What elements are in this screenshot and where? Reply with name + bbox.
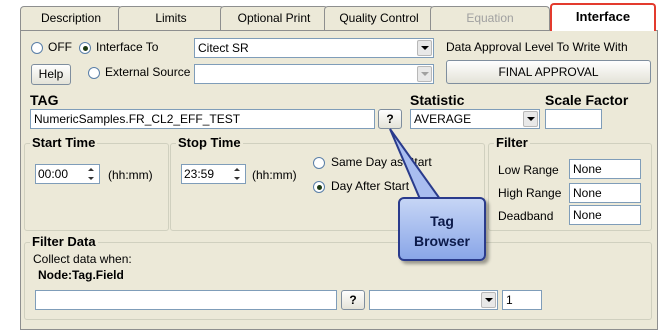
operator-select[interactable]	[369, 290, 498, 310]
interface-to-select[interactable]: Citect SR	[194, 38, 434, 58]
day-after-radio[interactable]	[313, 181, 325, 193]
tab-equation: Equation	[430, 6, 550, 30]
tab-interface[interactable]: Interface	[550, 3, 656, 31]
scale-factor-input[interactable]	[545, 109, 602, 129]
node-browse-button[interactable]: ?	[341, 290, 365, 310]
compare-value-input[interactable]: 1	[502, 290, 542, 310]
tag-browser-callout: Tag Browser	[398, 197, 486, 261]
tab-limits[interactable]: Limits	[118, 6, 224, 30]
high-range-label: High Range	[498, 186, 562, 200]
callout-line-1: Tag	[430, 213, 454, 229]
filter-data-label: Filter Data	[30, 234, 98, 249]
deadband-label: Deadband	[498, 209, 554, 223]
stop-time-unit: (hh:mm)	[252, 168, 297, 182]
node-tag-field-label: Node:Tag.Field	[38, 268, 124, 282]
chevron-down-icon[interactable]	[481, 292, 496, 308]
external-source-select[interactable]	[194, 64, 434, 84]
collect-label: Collect data when:	[33, 252, 132, 266]
chevron-down-icon[interactable]	[417, 66, 432, 82]
start-time-input[interactable]: 00:00	[35, 164, 100, 184]
scale-factor-label: Scale Factor	[545, 92, 629, 108]
start-time-label: Start Time	[30, 135, 98, 150]
stop-time-value: 23:59	[184, 167, 215, 181]
stop-time-label: Stop Time	[176, 135, 243, 150]
chevron-down-icon[interactable]	[417, 40, 432, 56]
interface-to-value: Citect SR	[198, 41, 249, 55]
external-source-radio[interactable]	[88, 67, 100, 79]
stop-time-spinner[interactable]	[230, 165, 244, 183]
start-time-unit: (hh:mm)	[108, 168, 153, 182]
node-tag-field-input[interactable]	[35, 290, 337, 310]
tab-quality-control[interactable]: Quality Control	[324, 6, 434, 30]
start-time-group	[24, 143, 169, 231]
interface-to-radio[interactable]	[79, 42, 91, 54]
off-label: OFF	[48, 40, 72, 54]
final-approval-button[interactable]: FINAL APPROVAL	[446, 60, 651, 84]
low-range-label: Low Range	[498, 163, 559, 177]
tab-optional-print[interactable]: Optional Print	[220, 6, 328, 30]
same-day-radio[interactable]	[313, 157, 325, 169]
off-radio[interactable]	[31, 42, 43, 54]
help-button[interactable]: Help	[31, 64, 71, 85]
callout-pointer	[389, 128, 442, 200]
filter-label: Filter	[494, 135, 530, 150]
tag-input[interactable]: NumericSamples.FR_CL2_EFF_TEST	[30, 109, 375, 129]
approval-label: Data Approval Level To Write With	[446, 40, 628, 54]
start-time-spinner[interactable]	[84, 165, 98, 183]
tab-description[interactable]: Description	[20, 6, 122, 30]
tag-label: TAG	[30, 92, 59, 108]
callout-line-2: Browser	[413, 233, 471, 249]
interface-to-label: Interface To	[96, 40, 159, 54]
statistic-value: AVERAGE	[414, 112, 472, 126]
low-range-input[interactable]: None	[569, 159, 641, 179]
external-source-label: External Source	[105, 65, 191, 79]
high-range-input[interactable]: None	[569, 183, 641, 203]
stop-time-input[interactable]: 23:59	[181, 164, 246, 184]
statistic-label: Statistic	[410, 92, 465, 108]
chevron-down-icon[interactable]	[523, 111, 538, 127]
deadband-input[interactable]: None	[569, 205, 641, 225]
start-time-value: 00:00	[38, 167, 69, 181]
